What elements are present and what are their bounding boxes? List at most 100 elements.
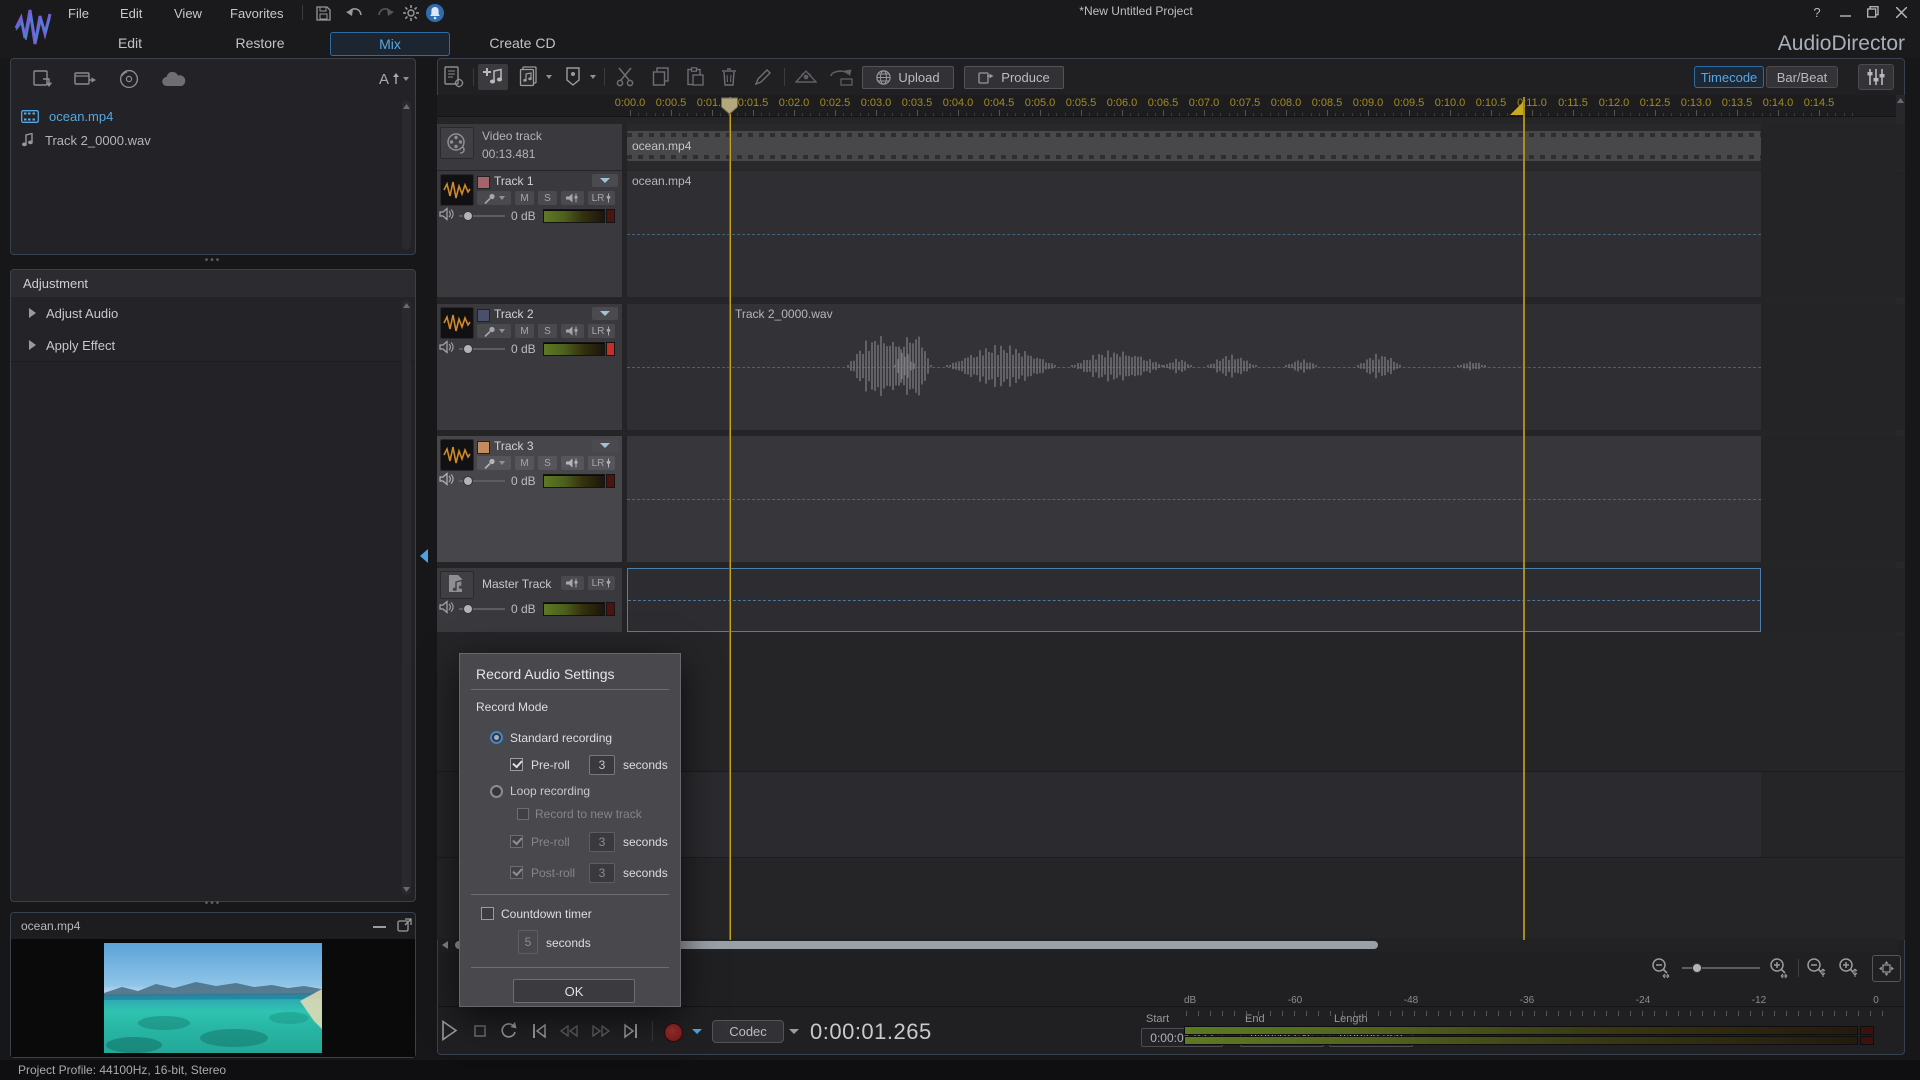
- record-arm-button[interactable]: [477, 191, 511, 205]
- menu-edit[interactable]: Edit: [114, 4, 148, 23]
- video-track-lane[interactable]: ocean.mp4: [627, 124, 1761, 170]
- loop-playback-button[interactable]: [500, 1021, 517, 1039]
- track3-lane[interactable]: [627, 436, 1761, 562]
- media-file-audio[interactable]: Track 2_0000.wav: [21, 129, 391, 151]
- master-envelope-line[interactable]: [628, 600, 1760, 601]
- track1-lane[interactable]: ocean.mp4: [627, 171, 1761, 297]
- panel-resize-handle[interactable]: •••: [0, 255, 426, 266]
- mixer-panel-button[interactable]: [1858, 64, 1894, 90]
- record-arm-button[interactable]: [477, 456, 511, 470]
- rewind-button[interactable]: [560, 1025, 578, 1037]
- timeline-ruler[interactable]: 0:00.00:00.50:01.00:01.50:02.00:02.50:03…: [437, 95, 1905, 117]
- fit-timeline-button[interactable]: [1872, 955, 1901, 982]
- playhead-marker[interactable]: [720, 97, 739, 115]
- minimize-preview-icon[interactable]: [373, 926, 386, 928]
- delete-icon[interactable]: [716, 64, 742, 90]
- zoom-in-horizontal-icon[interactable]: [1768, 957, 1790, 979]
- bar-beat-toggle[interactable]: Bar/Beat: [1766, 66, 1838, 88]
- tab-create-cd[interactable]: Create CD: [475, 32, 570, 54]
- notification-bell-icon[interactable]: [424, 3, 446, 23]
- volume-knob[interactable]: [463, 344, 473, 354]
- zoom-slider-knob[interactable]: [1692, 963, 1702, 973]
- pen-icon[interactable]: [750, 64, 776, 90]
- import-media-icon[interactable]: [29, 67, 57, 91]
- track2-lane[interactable]: Track 2_0000.wav: [627, 304, 1761, 430]
- save-icon[interactable]: [312, 3, 334, 23]
- marker-icon[interactable]: [560, 64, 586, 90]
- volume-slider[interactable]: [459, 215, 505, 217]
- codec-button[interactable]: Codec: [712, 1020, 784, 1043]
- panel-resize-handle[interactable]: •••: [0, 898, 426, 909]
- range-end-marker-line[interactable]: [1523, 97, 1525, 940]
- track-menu-button[interactable]: [592, 439, 618, 452]
- track2-header[interactable]: Track 2 M S LR 0 dB: [437, 304, 622, 430]
- pan-button[interactable]: LR: [588, 191, 615, 205]
- range-end-flag[interactable]: [1510, 102, 1523, 115]
- scroll-left-arrow[interactable]: [441, 940, 449, 950]
- zoom-in-vertical-icon[interactable]: [1838, 957, 1858, 979]
- track-color-chip[interactable]: [477, 309, 490, 322]
- solo-button[interactable]: S: [538, 456, 557, 470]
- go-to-end-button[interactable]: [624, 1023, 638, 1039]
- media-file-video[interactable]: ocean.mp4: [21, 105, 391, 127]
- menu-file[interactable]: File: [62, 4, 95, 23]
- mute-button[interactable]: M: [515, 456, 534, 470]
- ok-button[interactable]: OK: [513, 979, 635, 1003]
- timecode-toggle[interactable]: Timecode: [1694, 66, 1764, 88]
- standard-recording-radio[interactable]: [490, 731, 503, 744]
- output-fader-button[interactable]: [561, 191, 584, 205]
- pan-button[interactable]: LR: [588, 324, 615, 338]
- mute-button[interactable]: M: [515, 324, 534, 338]
- adjustment-scrollbar[interactable]: [402, 300, 411, 895]
- track-color-chip[interactable]: [477, 441, 490, 454]
- stop-button[interactable]: [474, 1025, 486, 1037]
- output-fader-button[interactable]: [561, 456, 584, 470]
- produce-button[interactable]: Produce: [964, 66, 1064, 89]
- track-color-chip[interactable]: [477, 176, 490, 189]
- codec-dropdown-button[interactable]: [786, 1020, 802, 1043]
- volume-envelope-line[interactable]: [627, 234, 1761, 235]
- record-button[interactable]: [664, 1023, 683, 1042]
- mute-button[interactable]: M: [515, 191, 534, 205]
- master-track-header[interactable]: Master Track LR 0 dB: [437, 568, 622, 632]
- solo-button[interactable]: S: [538, 324, 557, 338]
- tab-edit[interactable]: Edit: [90, 32, 170, 54]
- menu-view[interactable]: View: [168, 4, 208, 23]
- preroll-value-input[interactable]: 3: [589, 755, 615, 775]
- countdown-timer-label[interactable]: Countdown timer: [501, 907, 592, 921]
- preroll-checkbox[interactable]: [510, 758, 523, 771]
- undo-icon[interactable]: [344, 3, 366, 23]
- volume-knob[interactable]: [463, 604, 473, 614]
- track1-header[interactable]: Track 1 M S LR 0 dB: [437, 171, 622, 297]
- video-clip[interactable]: ocean.mp4: [627, 131, 1761, 161]
- record-options-caret[interactable]: [692, 1029, 702, 1034]
- zoom-out-vertical-icon[interactable]: [1806, 957, 1826, 979]
- marker-dropdown-caret[interactable]: [590, 75, 596, 79]
- track-name[interactable]: Track 1: [494, 174, 534, 188]
- track3-header[interactable]: Track 3 M S LR 0 dB: [437, 436, 622, 562]
- copy-icon[interactable]: [648, 64, 674, 90]
- zoom-out-horizontal-icon[interactable]: [1650, 957, 1672, 979]
- ambience-effect-icon[interactable]: [792, 64, 820, 90]
- go-to-start-button[interactable]: [532, 1023, 546, 1039]
- pan-button[interactable]: LR: [588, 456, 615, 470]
- disc-icon[interactable]: [115, 67, 143, 91]
- tab-mix[interactable]: Mix: [330, 32, 450, 56]
- volume-envelope-line[interactable]: [627, 499, 1761, 500]
- file-settings-icon[interactable]: [440, 64, 468, 90]
- export-to-track-icon[interactable]: [826, 64, 856, 90]
- help-button[interactable]: ?: [1804, 2, 1830, 22]
- cut-icon[interactable]: [612, 64, 638, 90]
- add-track-icon[interactable]: [478, 64, 508, 90]
- master-track-lane[interactable]: [627, 568, 1761, 632]
- track-name[interactable]: Track 3: [494, 439, 534, 453]
- restore-button[interactable]: [1860, 2, 1886, 22]
- playhead-line[interactable]: [729, 97, 731, 940]
- video-track-header[interactable]: Video track 00:13.481: [437, 124, 622, 170]
- minimize-button[interactable]: [1832, 2, 1858, 22]
- insert-audio-clip-icon[interactable]: [514, 64, 542, 90]
- paste-icon[interactable]: [682, 64, 708, 90]
- pan-button[interactable]: LR: [588, 576, 615, 590]
- menu-favorites[interactable]: Favorites: [224, 4, 289, 23]
- output-fader-button[interactable]: [561, 324, 584, 338]
